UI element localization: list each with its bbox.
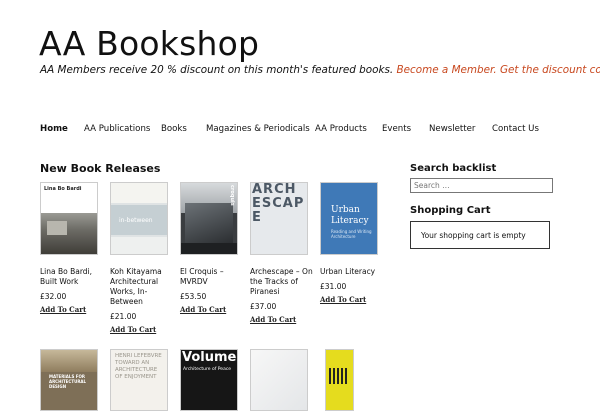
book-cover-koh-kitayama[interactable]: in-between: [110, 182, 168, 255]
cover-title-text: croquis: [229, 185, 235, 206]
add-to-cart-button[interactable]: Add To Cart: [180, 305, 238, 314]
book-price: £21.00: [110, 312, 137, 321]
book-title[interactable]: Lina Bo Bardi, Built Work: [40, 267, 108, 287]
tagline: AA Members receive 20 % discount on this…: [40, 63, 600, 77]
book-item: Urban Literacy Reading and Writing Archi…: [320, 182, 378, 304]
book-item: HENRI LEFEBVRE TOWARD AN ARCHITECTURE OF…: [110, 349, 168, 411]
nav-item-aa-publications[interactable]: AA Publications: [84, 123, 150, 135]
book-item: MATERIALS FOR ARCHITECTURAL DESIGN: [40, 349, 98, 411]
book-cover-archescape[interactable]: ARCHESCAPE: [250, 182, 308, 255]
shopping-cart-title: Shopping Cart: [410, 205, 491, 216]
cover-title-text: Volume: [182, 350, 237, 365]
add-to-cart-button[interactable]: Add To Cart: [250, 315, 308, 324]
book-title[interactable]: Urban Literacy: [320, 267, 388, 277]
nav-item-newsletter[interactable]: Newsletter: [429, 123, 475, 135]
section-title-new-releases: New Book Releases: [40, 162, 161, 175]
cover-title-text: Lina Bo Bardi: [44, 186, 82, 192]
book-item: [250, 349, 308, 411]
book-price: £37.00: [250, 302, 277, 311]
book-title[interactable]: El Croquis – MVRDV: [180, 267, 248, 287]
nav-item-books[interactable]: Books: [161, 123, 187, 135]
discount-coupon-link[interactable]: Get the discount coupon: [500, 64, 600, 76]
nav-item-events[interactable]: Events: [382, 123, 411, 135]
cart-empty-text: Your shopping cart is empty: [421, 231, 526, 240]
book-item: in-between Koh Kitayama Architectural Wo…: [110, 182, 168, 334]
nav-item-aa-products[interactable]: AA Products: [315, 123, 367, 135]
book-cover-henri-lefebvre[interactable]: HENRI LEFEBVRE TOWARD AN ARCHITECTURE OF…: [110, 349, 168, 411]
cover-title-text: Urban Literacy: [331, 205, 369, 226]
cover-title-text: MATERIALS FOR ARCHITECTURAL DESIGN: [49, 374, 87, 389]
cover-subtitle-text: Reading and Writing Architecture: [331, 229, 372, 239]
add-to-cart-button[interactable]: Add To Cart: [320, 295, 378, 304]
book-cover-white[interactable]: [250, 349, 308, 411]
book-title[interactable]: Koh Kitayama Architectural Works, In-Bet…: [110, 267, 178, 307]
book-item: [325, 349, 383, 411]
book-price: £31.00: [320, 282, 347, 291]
book-cover-el-croquis[interactable]: croquis: [180, 182, 238, 255]
book-cover-urban-literacy[interactable]: Urban Literacy Reading and Writing Archi…: [320, 182, 378, 255]
add-to-cart-button[interactable]: Add To Cart: [40, 305, 98, 314]
book-price: £32.00: [40, 292, 67, 301]
site-title[interactable]: AA Bookshop: [39, 22, 259, 66]
book-price: £53.50: [180, 292, 207, 301]
nav-item-home[interactable]: Home: [40, 123, 68, 135]
book-cover-yellow[interactable]: [325, 349, 354, 411]
shopping-cart-box: Your shopping cart is empty: [410, 221, 550, 249]
become-member-link[interactable]: Become a Member.: [397, 64, 497, 76]
cover-title-text: in-between: [119, 217, 153, 224]
book-item: Lina Bo Bardi Lina Bo Bardi, Built Work …: [40, 182, 98, 314]
cover-title-text: ARCHESCAPE: [252, 182, 305, 225]
book-title[interactable]: Archescape – On the Tracks of Piranesi: [250, 267, 318, 297]
book-cover-volume[interactable]: Volume Architecture of Peace: [180, 349, 238, 411]
tagline-text: AA Members receive 20 % discount on this…: [40, 64, 394, 76]
nav-item-magazines[interactable]: Magazines & Periodicals: [206, 123, 310, 135]
book-item: Volume Architecture of Peace: [180, 349, 238, 411]
book-item: ARCHESCAPE Archescape – On the Tracks of…: [250, 182, 313, 324]
cover-subtitle-text: Architecture of Peace: [183, 367, 232, 372]
search-backlist-title: Search backlist: [410, 163, 497, 174]
cover-title-text: HENRI LEFEBVRE TOWARD AN ARCHITECTURE OF…: [115, 353, 162, 380]
search-input[interactable]: Search …: [410, 178, 553, 193]
nav-item-contact-us[interactable]: Contact Us: [492, 123, 539, 135]
add-to-cart-button[interactable]: Add To Cart: [110, 325, 168, 334]
book-cover-materials[interactable]: MATERIALS FOR ARCHITECTURAL DESIGN: [40, 349, 98, 411]
book-cover-lina-bo-bardi[interactable]: Lina Bo Bardi: [40, 182, 98, 255]
book-item: croquis El Croquis – MVRDV £53.50 Add To…: [180, 182, 238, 314]
